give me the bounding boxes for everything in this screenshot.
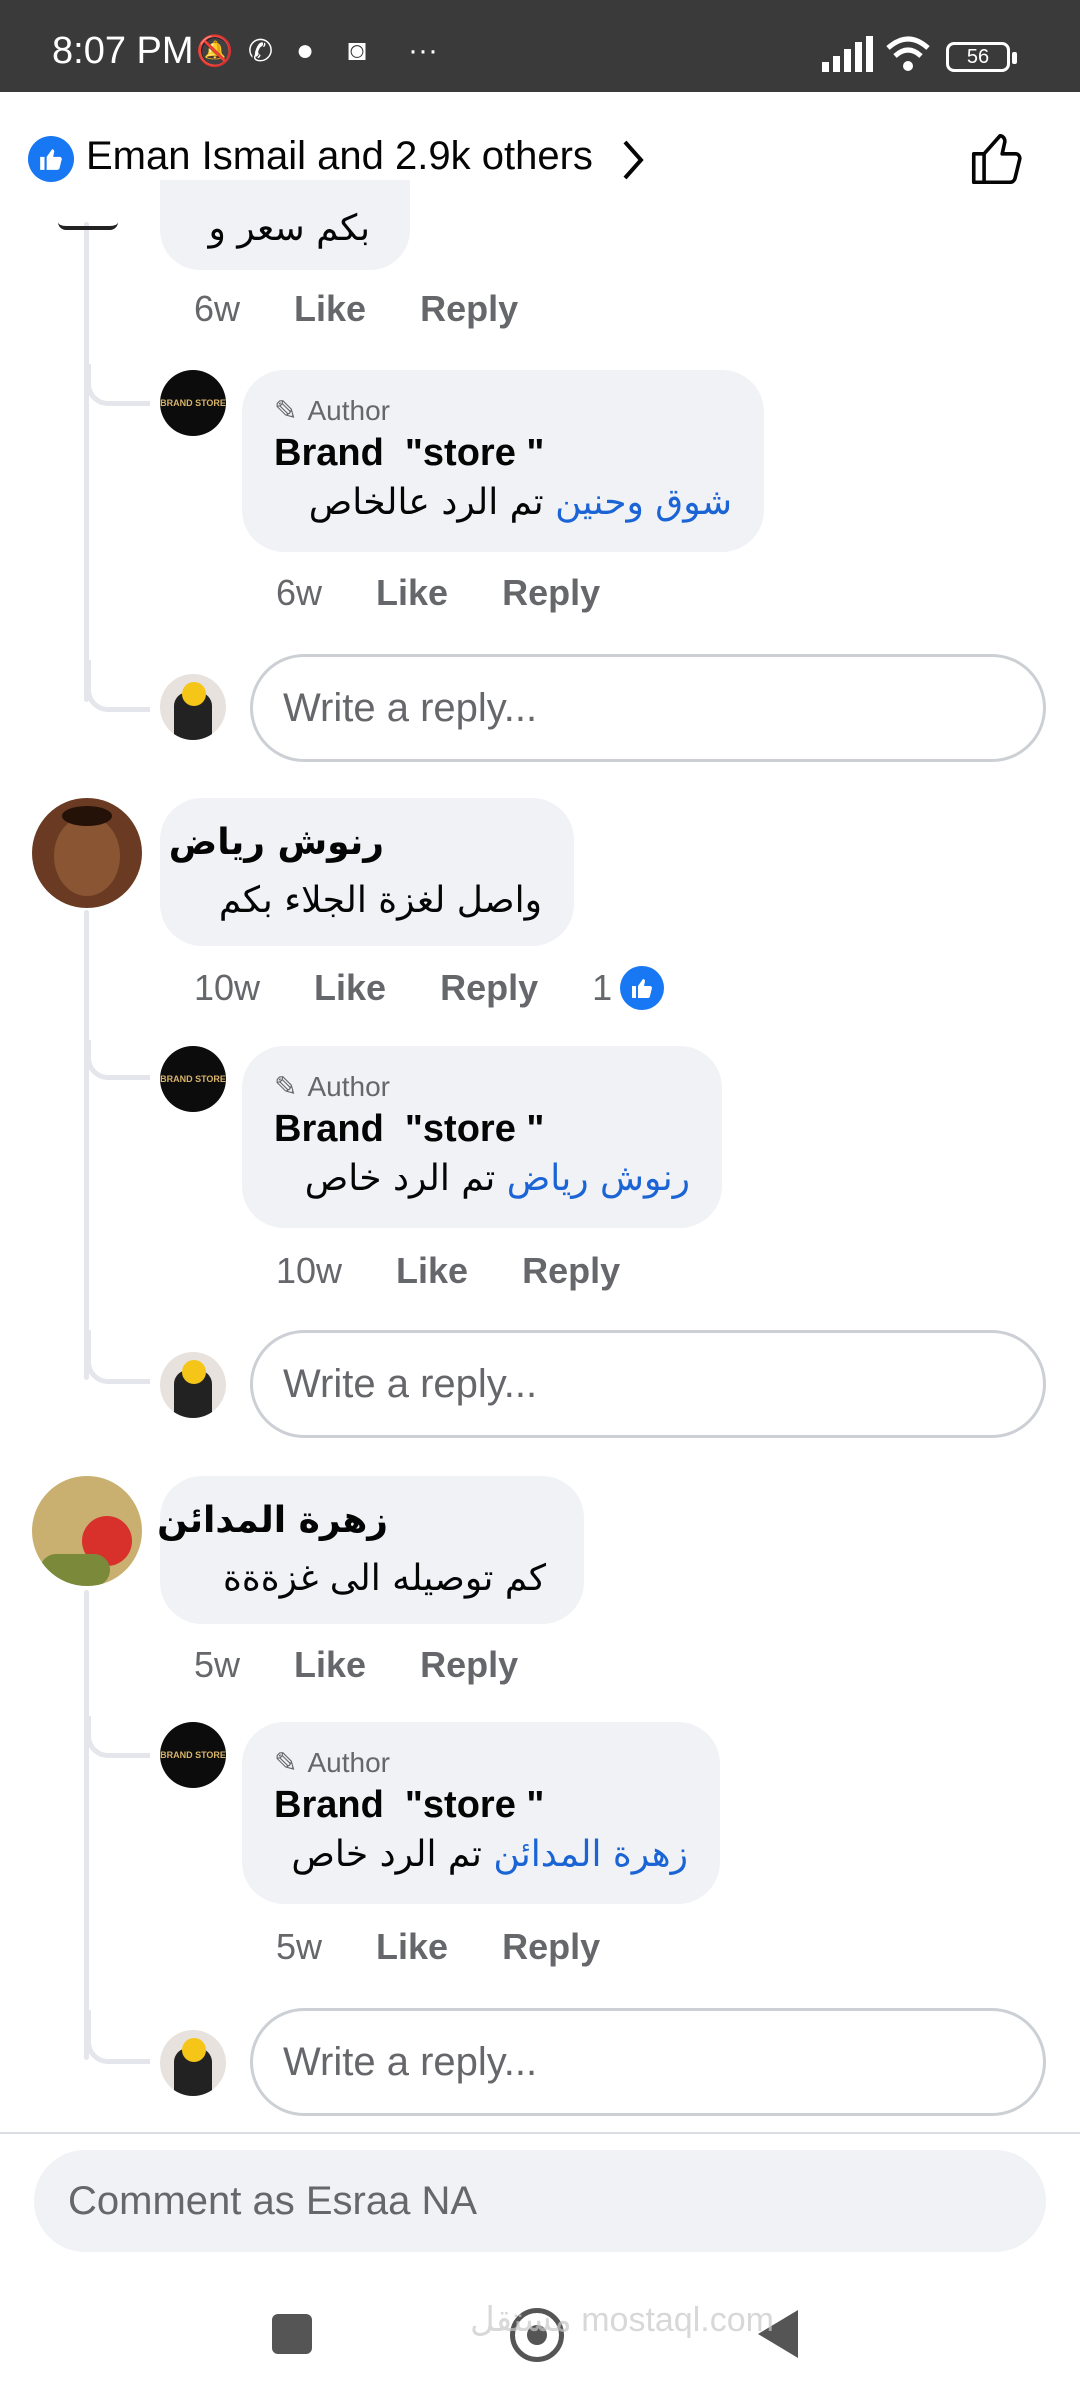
battery-indicator: 56	[946, 42, 1010, 72]
brand-avatar[interactable]: BRAND STORE	[160, 1722, 226, 1788]
reply-author-name[interactable]: Brand "store "	[274, 1108, 544, 1151]
comment-bubble: زهرة المدائن كم توصيله الى غزةةة	[157, 1476, 584, 1624]
comment-bubble: رنوش رياض واصل لغزة الجلاء بكم	[160, 798, 574, 946]
like-button-icon[interactable]	[966, 128, 1028, 190]
reply-time: 10w	[276, 1250, 343, 1291]
reply-actions: 6w Like Reply	[276, 572, 600, 614]
discord-icon: ◙	[348, 34, 367, 67]
chevron-right-icon[interactable]	[620, 138, 646, 182]
reply-bubble: ✎ Author Brand "store " زهرة المدائن تم ا…	[242, 1722, 720, 1904]
thread-connector	[86, 660, 150, 712]
reply-actions: 10w Like Reply	[276, 1250, 620, 1292]
author-badge: ✎ Author	[274, 1070, 390, 1103]
reply-bubble: ✎ Author Brand "store " شوق وحنين تم الرد…	[242, 370, 764, 552]
reply-time: 5w	[276, 1926, 323, 1967]
pen-icon: ✎	[274, 395, 298, 426]
commenter-avatar[interactable]	[32, 798, 142, 908]
divider	[0, 2132, 1080, 2134]
reply-text: رنوش رياض تم الرد خاص	[304, 1158, 690, 1199]
mention-link[interactable]: رنوش رياض	[507, 1158, 690, 1199]
comment-time: 10w	[194, 967, 261, 1008]
like-link[interactable]: Like	[314, 967, 386, 1009]
thread-line	[84, 222, 89, 702]
mention-link[interactable]: زهرة المدائن	[493, 1834, 688, 1875]
reply-time: 6w	[276, 572, 323, 613]
author-badge: ✎ Author	[274, 394, 390, 427]
signal-icon	[822, 36, 873, 72]
status-bar: 8:07 PM 🔕 ✆ ● ◙ ··· 56	[0, 0, 1080, 92]
wifi-icon	[886, 36, 930, 71]
comment-actions: 5w Like Reply	[194, 1644, 518, 1686]
more-notifications-icon: ···	[408, 34, 438, 67]
brand-avatar[interactable]: BRAND STORE	[160, 1046, 226, 1112]
thread-connector	[86, 1040, 150, 1080]
reply-input[interactable]: Write a reply...	[250, 654, 1046, 762]
system-nav-bar: مستقل mostaql.com	[0, 2270, 1080, 2400]
comment-time: 5w	[194, 1644, 241, 1685]
like-link[interactable]: Like	[376, 572, 448, 614]
messenger-icon: ●	[296, 34, 315, 67]
thread-connector	[86, 1716, 150, 1758]
my-avatar	[160, 1352, 226, 1418]
like-link[interactable]: Like	[294, 1644, 366, 1686]
status-time: 8:07 PM	[52, 30, 194, 72]
my-avatar	[160, 2030, 226, 2096]
like-link[interactable]: Like	[376, 1926, 448, 1968]
thread-line	[84, 910, 89, 1380]
comment-actions: 6w Like Reply	[194, 288, 518, 330]
reply-text: شوق وحنين تم الرد عالخاص	[308, 482, 732, 523]
reply-link[interactable]: Reply	[440, 967, 538, 1009]
author-badge: ✎ Author	[274, 1746, 390, 1779]
whatsapp-icon: ✆	[248, 35, 274, 68]
thread-line	[84, 1590, 89, 2060]
watermark: مستقل mostaql.com	[470, 2301, 774, 2339]
thread-connector	[86, 2010, 150, 2064]
reply-link[interactable]: Reply	[420, 1644, 518, 1686]
mention-link[interactable]: شوق وحنين	[555, 482, 732, 523]
thread-connector	[86, 364, 150, 406]
commenter-avatar[interactable]	[32, 1476, 142, 1586]
reply-link[interactable]: Reply	[522, 1250, 620, 1292]
thread-connector	[86, 1330, 150, 1384]
reaction-count[interactable]: 1	[592, 966, 665, 1010]
brand-avatar[interactable]: BRAND STORE	[160, 370, 226, 436]
commenter-name[interactable]: زهرة المدائن	[157, 1500, 388, 1541]
comment-bubble: بكم سعر و	[160, 180, 410, 270]
like-link[interactable]: Like	[396, 1250, 468, 1292]
recents-button[interactable]	[272, 2314, 312, 2354]
pen-icon: ✎	[274, 1071, 298, 1102]
battery-tip	[1012, 52, 1017, 64]
comment-input[interactable]: Comment as Esraa NA	[34, 2150, 1046, 2252]
like-link[interactable]: Like	[294, 288, 366, 330]
pen-icon: ✎	[274, 1747, 298, 1778]
comment-actions: 10w Like Reply 1	[194, 966, 665, 1010]
reply-actions: 5w Like Reply	[276, 1926, 600, 1968]
like-reaction-icon	[620, 966, 665, 1010]
avatar	[58, 222, 118, 230]
like-reaction-icon	[28, 136, 74, 182]
reply-link[interactable]: Reply	[502, 1926, 600, 1968]
comment-text: كم توصيله الى غزةةة	[223, 1558, 546, 1599]
reply-bubble: ✎ Author Brand "store " رنوش رياض تم الرد…	[242, 1046, 722, 1228]
comment-text: بكم سعر و	[208, 208, 370, 249]
mute-icon: 🔕	[196, 35, 234, 68]
my-avatar	[160, 674, 226, 740]
reply-text: زهرة المدائن تم الرد خاص	[291, 1834, 688, 1875]
reply-input[interactable]: Write a reply...	[250, 2008, 1046, 2116]
comment-time: 6w	[194, 288, 241, 329]
reply-link[interactable]: Reply	[502, 572, 600, 614]
comment-text: واصل لغزة الجلاء بكم	[218, 880, 542, 921]
commenter-name[interactable]: رنوش رياض	[169, 822, 384, 863]
reply-author-name[interactable]: Brand "store "	[274, 1784, 544, 1827]
reply-link[interactable]: Reply	[420, 288, 518, 330]
reactions-summary-link[interactable]: Eman Ismail and 2.9k others	[86, 134, 593, 179]
reply-author-name[interactable]: Brand "store "	[274, 432, 544, 475]
reply-input[interactable]: Write a reply...	[250, 1330, 1046, 1438]
